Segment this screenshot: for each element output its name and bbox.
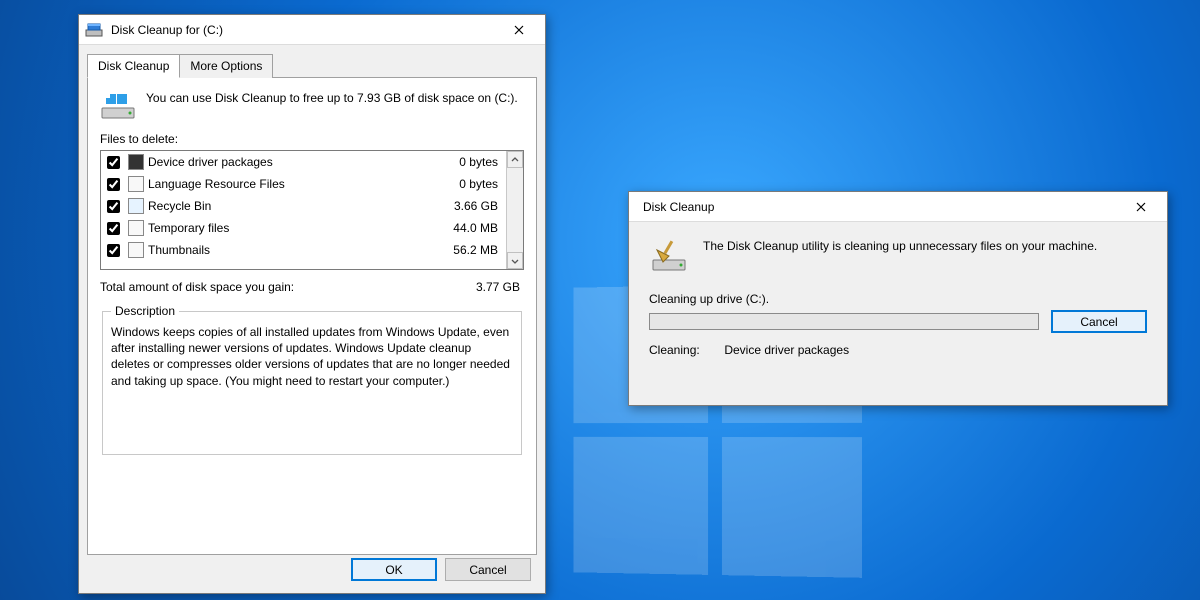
cancel-button[interactable]: Cancel — [1051, 310, 1147, 333]
drive-cleanup-icon — [100, 90, 136, 122]
close-icon — [1136, 202, 1146, 212]
item-checkbox[interactable] — [107, 200, 120, 213]
description-group: Description Windows keeps copies of all … — [102, 304, 522, 455]
list-item[interactable]: Device driver packages 0 bytes — [101, 151, 506, 173]
file-type-icon — [128, 220, 144, 236]
progress-intro-text: The Disk Cleanup utility is cleaning up … — [703, 238, 1097, 254]
files-to-delete-label: Files to delete: — [100, 132, 524, 146]
close-icon — [514, 25, 524, 35]
files-listbox[interactable]: Device driver packages0 bytesLanguage Re… — [100, 150, 524, 270]
item-size: 3.66 GB — [430, 199, 500, 213]
list-item[interactable]: Temporary files 44.0 MB — [101, 217, 506, 239]
item-size: 0 bytes — [430, 177, 500, 191]
disk-cleanup-progress-dialog: Disk Cleanup The Disk Cleanup utility is… — [628, 191, 1168, 406]
close-button[interactable] — [1121, 193, 1161, 221]
chevron-down-icon — [511, 257, 519, 265]
tab-disk-cleanup[interactable]: Disk Cleanup — [87, 54, 180, 78]
titlebar[interactable]: Disk Cleanup — [629, 192, 1167, 222]
window-title: Disk Cleanup for (C:) — [107, 23, 499, 37]
status-value: Device driver packages — [724, 343, 849, 357]
scroll-up-button[interactable] — [507, 151, 523, 168]
item-checkbox[interactable] — [107, 244, 120, 257]
item-checkbox[interactable] — [107, 222, 120, 235]
item-name: Device driver packages — [148, 155, 426, 169]
tab-panel: You can use Disk Cleanup to free up to 7… — [87, 77, 537, 555]
file-type-icon — [128, 242, 144, 258]
tabstrip: Disk Cleanup More Options — [87, 53, 537, 77]
item-size: 44.0 MB — [430, 221, 500, 235]
item-size: 56.2 MB — [430, 243, 500, 257]
total-label: Total amount of disk space you gain: — [100, 280, 294, 294]
file-type-icon — [128, 176, 144, 192]
description-legend: Description — [111, 304, 179, 318]
description-text: Windows keeps copies of all installed up… — [111, 324, 513, 444]
window-title: Disk Cleanup — [635, 200, 1121, 214]
item-name: Temporary files — [148, 221, 426, 235]
scroll-down-button[interactable] — [507, 252, 523, 269]
item-size: 0 bytes — [430, 155, 500, 169]
item-name: Language Resource Files — [148, 177, 426, 191]
drive-title-icon — [85, 21, 103, 39]
disk-cleanup-dialog: Disk Cleanup for (C:) Disk Cleanup More … — [78, 14, 546, 594]
item-checkbox[interactable] — [107, 156, 120, 169]
close-button[interactable] — [499, 16, 539, 44]
chevron-up-icon — [511, 156, 519, 164]
scrollbar[interactable] — [506, 151, 523, 269]
tab-label: Disk Cleanup — [98, 59, 169, 73]
list-item[interactable]: Language Resource Files 0 bytes — [101, 173, 506, 195]
tab-label: More Options — [190, 59, 262, 73]
item-name: Thumbnails — [148, 243, 426, 257]
file-type-icon — [128, 198, 144, 214]
list-item[interactable]: Thumbnails 56.2 MB — [101, 239, 506, 261]
item-name: Recycle Bin — [148, 199, 426, 213]
progress-bar — [649, 313, 1039, 330]
item-checkbox[interactable] — [107, 178, 120, 191]
ok-button[interactable]: OK — [351, 558, 437, 581]
broom-drive-icon — [649, 238, 689, 274]
tab-more-options[interactable]: More Options — [179, 54, 273, 78]
total-value: 3.77 GB — [476, 280, 524, 294]
status-key: Cleaning: — [649, 343, 721, 357]
intro-text: You can use Disk Cleanup to free up to 7… — [146, 90, 518, 122]
titlebar[interactable]: Disk Cleanup for (C:) — [79, 15, 545, 45]
cancel-button[interactable]: Cancel — [445, 558, 531, 581]
cleaning-drive-label: Cleaning up drive (C:). — [649, 292, 1147, 306]
list-item[interactable]: Recycle Bin 3.66 GB — [101, 195, 506, 217]
file-type-icon — [128, 154, 144, 170]
